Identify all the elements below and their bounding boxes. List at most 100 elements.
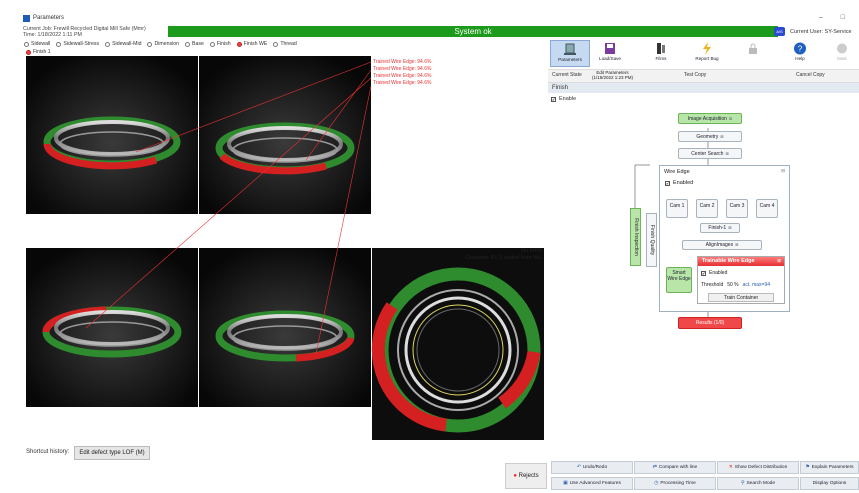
advanced-icon: ▣	[563, 481, 568, 486]
node-cam-1[interactable]: Cam 1	[666, 199, 688, 218]
camera-panel-1[interactable]	[26, 56, 198, 214]
container-id-label: Container ID: (Loaded from file)	[464, 255, 542, 261]
app-icon	[23, 15, 30, 22]
tab-current-state[interactable]: Current State	[552, 72, 582, 78]
radio-dot	[24, 41, 29, 47]
close-icon[interactable]: ⊠	[720, 134, 723, 139]
trainable-enabled-checkbox[interactable]: ✔ Enabled	[701, 270, 727, 276]
view-radio-dimension[interactable]: Dimension	[147, 40, 179, 48]
close-icon[interactable]: ⊠	[728, 225, 731, 230]
node-center-search[interactable]: Center Search ⊠	[678, 148, 742, 159]
undo-icon: ↶	[576, 465, 581, 470]
title-bar: Parameters – □	[20, 14, 859, 24]
train-container-button[interactable]: Train Container	[708, 293, 774, 302]
tab-edit-parameters[interactable]: Edit Parameters (1/18/2022 1:23 PM)	[592, 70, 633, 80]
toolbar-button-report-bug[interactable]: Report Bug	[687, 40, 727, 67]
node-label: Cam 2	[699, 203, 715, 209]
close-icon[interactable]: ⊠	[729, 116, 732, 121]
container-info: No MPR Container ID: (Loaded from file)	[380, 248, 542, 262]
view-radio-sidewall[interactable]: Sidewall	[24, 40, 50, 48]
node-label: Cam 3	[729, 203, 745, 209]
camera-panel-2[interactable]	[199, 56, 371, 214]
toolbar-button-label: Load/Save	[599, 56, 621, 61]
defect-icon: ✕	[728, 465, 733, 470]
node-label: Cam 4	[759, 203, 775, 209]
trained-label: Trained Wire Edge: 94.6%	[373, 59, 432, 65]
button-label: Processing Time	[660, 481, 696, 486]
trainable-wire-edge-panel: Trainable Wire Edge ⊠ ✔ Enabled Threshold…	[697, 256, 785, 304]
view-radio-finish[interactable]: Finish	[209, 40, 231, 48]
node-smart-wire-edge[interactable]: Smart Wire Edge	[666, 267, 692, 293]
undo-redo-button[interactable]: ↶ Undo/Redo	[551, 461, 633, 474]
rejects-label: Rejects	[518, 473, 539, 479]
toolbar-button-next[interactable]: Next	[822, 40, 859, 67]
node-label: Cam 1	[669, 203, 685, 209]
films-icon	[654, 42, 668, 55]
window-title: Parameters	[33, 15, 65, 21]
collapse-icon[interactable]: ⊟	[781, 168, 785, 174]
processing-time-button[interactable]: ◷ Processing Time	[634, 477, 716, 490]
toolbar-button-parameters[interactable]: Parameters	[550, 40, 590, 67]
explain-button[interactable]: ⚑ Explain Parameters	[800, 461, 859, 474]
toolbar-button-films[interactable]: Films	[641, 40, 681, 67]
radio-label: Dimension	[154, 41, 179, 47]
checkbox-icon: ✔	[551, 96, 556, 102]
radio-label: Finish	[216, 41, 231, 47]
rejects-button[interactable]: ● Rejects	[505, 463, 547, 489]
node-cam-4[interactable]: Cam 4	[756, 199, 778, 218]
node-align-images[interactable]: AlignImages ⊠	[682, 240, 762, 250]
camera-panel-3[interactable]	[26, 248, 198, 407]
compare-button[interactable]: ⇄ Compare with line	[634, 461, 716, 474]
toolbar-button-load-save[interactable]: Load/Save	[590, 40, 630, 67]
node-image-acquisition[interactable]: Image Acquisition ⊠	[678, 113, 742, 124]
show-defect-button[interactable]: ✕ Show Defect Distribution	[717, 461, 799, 474]
node-finish-1[interactable]: Finish-1 ⊠	[700, 223, 740, 233]
node-results[interactable]: Results (1/0)	[678, 317, 742, 329]
toolbar-button-label: Help	[795, 56, 805, 61]
threshold-extra: act. max=94	[742, 282, 771, 288]
radio-label: Sidewall-Stress	[63, 41, 100, 47]
view-radio-base[interactable]: Base	[185, 40, 204, 48]
enable-checkbox[interactable]: ✔ Enable	[551, 96, 576, 102]
button-label: Compare with line	[658, 465, 698, 470]
close-icon[interactable]: ⊠	[777, 258, 781, 264]
wire-edge-enabled-checkbox[interactable]: ✔ Enabled	[665, 180, 693, 186]
node-label: Image Acquisition	[687, 116, 727, 122]
radio-dot	[209, 41, 215, 47]
tab-edit-parameters-date: (1/18/2022 1:23 PM)	[592, 75, 634, 80]
view-radio-finish-we[interactable]: Finish WE	[236, 40, 267, 48]
search-mode-button[interactable]: ⚲ Search Mode	[717, 477, 799, 490]
node-cam-2[interactable]: Cam 2	[696, 199, 718, 218]
advanced-features-button[interactable]: ▣ Use Advanced Features	[551, 477, 633, 490]
display-options-button[interactable]: Display Options	[800, 477, 859, 490]
trained-wire-edge-labels: Trained Wire Edge: 94.6% Trained Wire Ed…	[373, 59, 431, 87]
view-radio-sidewall-stress[interactable]: Sidewall-Stress	[56, 40, 99, 48]
finish-1-radio[interactable]: Finish 1	[26, 49, 51, 55]
button-label: Undo/Redo	[582, 465, 608, 470]
node-geometry[interactable]: Geometry ⊠	[678, 131, 742, 142]
node-finish-quality[interactable]: Finish Quality	[646, 213, 657, 267]
top-view-panel[interactable]	[371, 248, 544, 440]
tab-cancel-copy[interactable]: Cancel Copy	[796, 72, 825, 78]
node-label: Geometry	[696, 134, 719, 140]
shortcut-history-button[interactable]: Edit defect type LOF (M)	[74, 446, 150, 460]
close-icon[interactable]: ⊠	[735, 242, 738, 247]
toolbar-button-help[interactable]: ? Help	[780, 40, 820, 67]
node-finish-inspection[interactable]: Finish Inspection	[630, 208, 641, 266]
close-icon[interactable]: ⊠	[725, 151, 728, 156]
window-controls[interactable]: – □	[819, 14, 853, 21]
view-radio-thread[interactable]: Thread	[273, 40, 297, 48]
camera-panel-4[interactable]	[199, 248, 371, 407]
user-avatar[interactable]: A/S	[774, 27, 785, 36]
radio-dot	[236, 41, 242, 47]
toolbar-button-lock[interactable]	[733, 40, 773, 67]
view-radio-sidewall-mid[interactable]: Sidewall-Mid	[105, 40, 141, 48]
node-label: Finish Inspection	[632, 218, 639, 256]
node-label: Finish Quality	[648, 224, 655, 256]
trained-label: Trained Wire Edge: 94.6%	[373, 66, 432, 72]
current-user-label: Current User: SY-Service	[790, 29, 852, 35]
tab-test-copy[interactable]: Test Copy	[684, 72, 706, 78]
enabled-label: Enabled	[673, 180, 694, 186]
threshold-value[interactable]: 50 %	[727, 282, 738, 288]
node-cam-3[interactable]: Cam 3	[726, 199, 748, 218]
